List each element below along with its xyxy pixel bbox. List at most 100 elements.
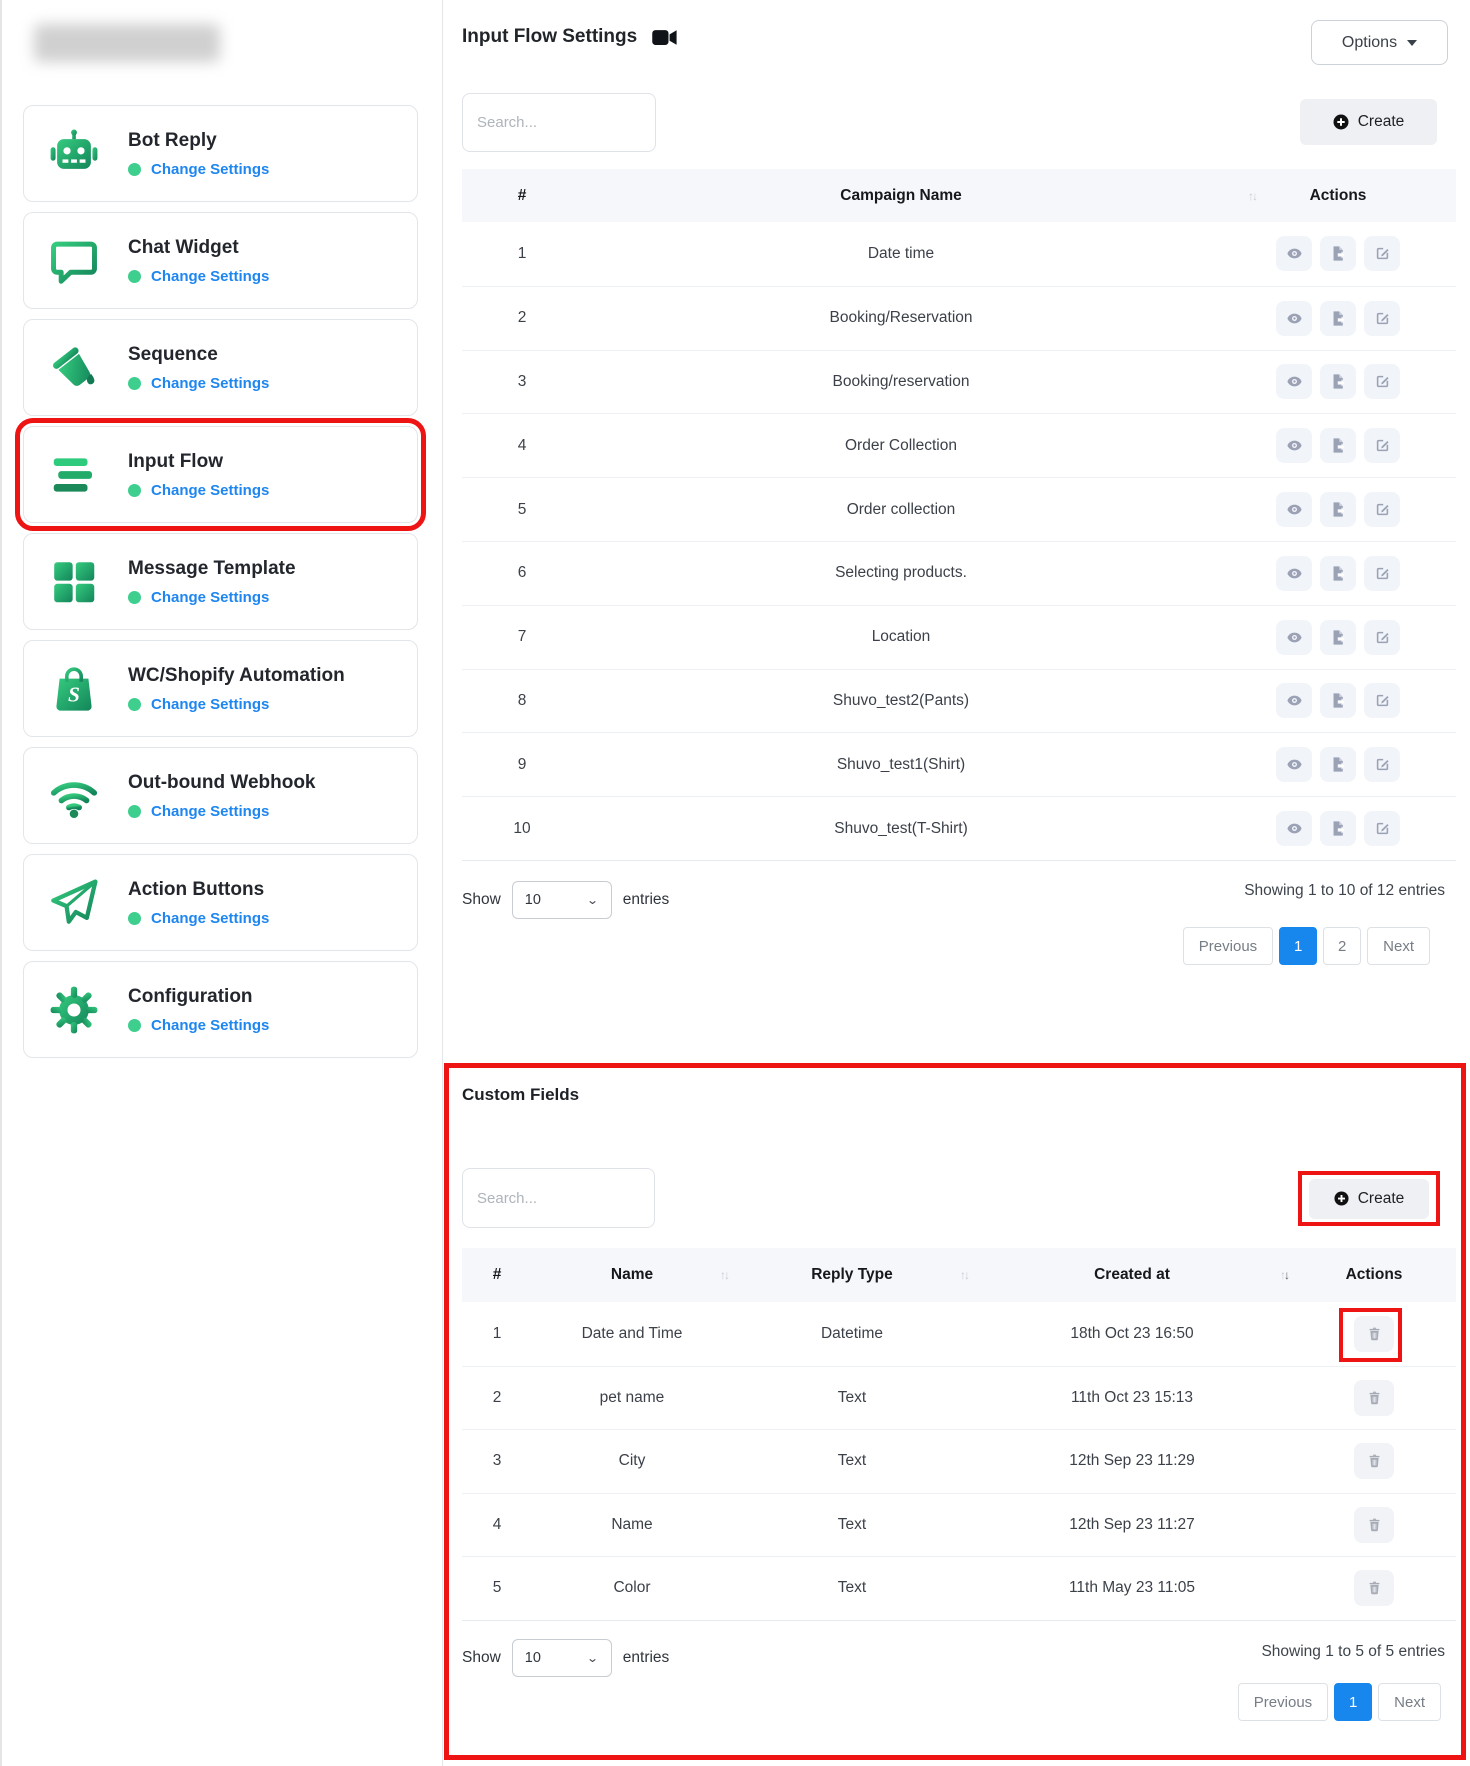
sidebar-item-action-buttons[interactable]: Action Buttons Change Settings bbox=[23, 854, 418, 951]
sidebar-item-configuration[interactable]: Configuration Change Settings bbox=[23, 961, 418, 1058]
sidebar-item-bot-reply[interactable]: Bot Reply Change Settings bbox=[23, 105, 418, 202]
column-header-actions: Actions bbox=[1292, 1248, 1456, 1302]
campaign-name: Shuvo_test(T-Shirt) bbox=[582, 820, 1220, 838]
export-button[interactable] bbox=[1320, 747, 1356, 782]
edit-button[interactable] bbox=[1364, 811, 1400, 846]
sort-arrows-icon[interactable]: ↑↓ bbox=[720, 1268, 728, 1282]
export-button[interactable] bbox=[1320, 683, 1356, 718]
previous-page-button[interactable]: Previous bbox=[1238, 1683, 1328, 1721]
campaign-name: Shuvo_test2(Pants) bbox=[582, 692, 1220, 710]
edit-button[interactable] bbox=[1364, 236, 1400, 271]
edit-button[interactable] bbox=[1364, 620, 1400, 655]
page-button-1[interactable]: 1 bbox=[1279, 927, 1317, 965]
delete-button[interactable] bbox=[1354, 1570, 1394, 1606]
export-button[interactable] bbox=[1320, 492, 1356, 527]
campaigns-create-button[interactable]: Create bbox=[1300, 99, 1437, 145]
campaigns-table: # Campaign Name Actions ↑↓ 1 Date time 2… bbox=[462, 169, 1456, 861]
row-number: 2 bbox=[462, 309, 582, 327]
campaigns-search-input[interactable] bbox=[462, 93, 656, 152]
edit-button[interactable] bbox=[1364, 364, 1400, 399]
column-header-name[interactable]: Name↑↓ bbox=[532, 1248, 732, 1302]
page-button-2[interactable]: 2 bbox=[1323, 927, 1361, 965]
delete-button[interactable] bbox=[1354, 1443, 1394, 1479]
edit-button[interactable] bbox=[1364, 556, 1400, 591]
sidebar-item-wc-shopify-automation[interactable]: S WC/Shopify Automation Change Settings bbox=[23, 640, 418, 737]
row-number: 3 bbox=[462, 373, 582, 391]
custom-fields-pagination: Previous 1 Next bbox=[1238, 1683, 1441, 1721]
field-reply-type: Text bbox=[732, 1452, 972, 1470]
export-button[interactable] bbox=[1320, 620, 1356, 655]
delete-button[interactable] bbox=[1354, 1507, 1394, 1543]
view-button[interactable] bbox=[1276, 364, 1312, 399]
eye-icon bbox=[1286, 501, 1303, 518]
view-button[interactable] bbox=[1276, 620, 1312, 655]
edit-button[interactable] bbox=[1364, 683, 1400, 718]
row-number: 9 bbox=[462, 756, 582, 774]
column-header-num[interactable]: # bbox=[462, 169, 582, 222]
change-settings-link[interactable]: Change Settings bbox=[151, 696, 269, 713]
export-button[interactable] bbox=[1320, 556, 1356, 591]
campaign-name: Selecting products. bbox=[582, 564, 1220, 582]
delete-button[interactable] bbox=[1354, 1380, 1394, 1416]
field-name: City bbox=[532, 1452, 732, 1470]
svg-text:S: S bbox=[68, 682, 80, 706]
column-header-created-at[interactable]: Created at↑↓ bbox=[972, 1248, 1292, 1302]
column-header-campaign-name[interactable]: Campaign Name bbox=[582, 169, 1220, 222]
row-number: 1 bbox=[462, 1325, 532, 1343]
column-header-reply-type[interactable]: Reply Type↑↓ bbox=[732, 1248, 972, 1302]
change-settings-link[interactable]: Change Settings bbox=[151, 268, 269, 285]
sort-arrows-icon[interactable]: ↑↓ bbox=[960, 1268, 968, 1282]
change-settings-link[interactable]: Change Settings bbox=[151, 482, 269, 499]
sort-arrows-icon[interactable]: ↑↓ bbox=[1280, 1268, 1288, 1282]
export-button[interactable] bbox=[1320, 428, 1356, 463]
change-settings-link[interactable]: Change Settings bbox=[151, 375, 269, 392]
next-page-button[interactable]: Next bbox=[1367, 927, 1430, 965]
page-button-1[interactable]: 1 bbox=[1334, 1683, 1372, 1721]
edit-button[interactable] bbox=[1364, 492, 1400, 527]
options-button[interactable]: Options bbox=[1311, 20, 1448, 65]
view-button[interactable] bbox=[1276, 811, 1312, 846]
field-reply-type: Datetime bbox=[732, 1325, 972, 1343]
change-settings-link[interactable]: Change Settings bbox=[151, 910, 269, 927]
edit-button[interactable] bbox=[1364, 301, 1400, 336]
export-button[interactable] bbox=[1320, 236, 1356, 271]
status-dot bbox=[128, 484, 141, 497]
export-button[interactable] bbox=[1320, 811, 1356, 846]
edit-button[interactable] bbox=[1364, 747, 1400, 782]
sidebar-item-input-flow[interactable]: Input Flow Change Settings bbox=[23, 426, 418, 523]
view-button[interactable] bbox=[1276, 492, 1312, 527]
sidebar-item-out-bound-webhook[interactable]: Out-bound Webhook Change Settings bbox=[23, 747, 418, 844]
sidebar-item-chat-widget[interactable]: Chat Widget Change Settings bbox=[23, 212, 418, 309]
view-button[interactable] bbox=[1276, 236, 1312, 271]
table-row: 6 Selecting products. bbox=[462, 541, 1456, 605]
column-header-num[interactable]: # bbox=[462, 1248, 532, 1302]
custom-fields-search-input[interactable] bbox=[462, 1168, 655, 1228]
custom-fields-create-button[interactable]: Create bbox=[1309, 1179, 1429, 1219]
create-button-label: Create bbox=[1358, 1190, 1405, 1208]
sort-arrows-icon[interactable]: ↑↓ bbox=[1248, 189, 1256, 203]
view-button[interactable] bbox=[1276, 428, 1312, 463]
campaigns-page-size-select[interactable]: 10 ⌄ bbox=[512, 881, 612, 919]
view-button[interactable] bbox=[1276, 301, 1312, 336]
paint-bucket-icon bbox=[46, 340, 102, 396]
custom-fields-page-size-select[interactable]: 10 ⌄ bbox=[512, 1639, 612, 1677]
edit-button[interactable] bbox=[1364, 428, 1400, 463]
next-page-button[interactable]: Next bbox=[1378, 1683, 1441, 1721]
table-row: 4 Name Text 12th Sep 23 11:27 bbox=[462, 1493, 1456, 1557]
change-settings-link[interactable]: Change Settings bbox=[151, 803, 269, 820]
change-settings-link[interactable]: Change Settings bbox=[151, 589, 269, 606]
view-button[interactable] bbox=[1276, 683, 1312, 718]
export-button[interactable] bbox=[1320, 301, 1356, 336]
delete-button[interactable] bbox=[1354, 1316, 1394, 1352]
row-number: 3 bbox=[462, 1452, 532, 1470]
table-row: 5 Color Text 11th May 23 11:05 bbox=[462, 1556, 1456, 1620]
change-settings-link[interactable]: Change Settings bbox=[151, 1017, 269, 1034]
export-button[interactable] bbox=[1320, 364, 1356, 399]
previous-page-button[interactable]: Previous bbox=[1183, 927, 1273, 965]
custom-fields-title: Custom Fields bbox=[462, 1085, 579, 1105]
change-settings-link[interactable]: Change Settings bbox=[151, 161, 269, 178]
sidebar-item-message-template[interactable]: Message Template Change Settings bbox=[23, 533, 418, 630]
view-button[interactable] bbox=[1276, 747, 1312, 782]
view-button[interactable] bbox=[1276, 556, 1312, 591]
sidebar-item-sequence[interactable]: Sequence Change Settings bbox=[23, 319, 418, 416]
